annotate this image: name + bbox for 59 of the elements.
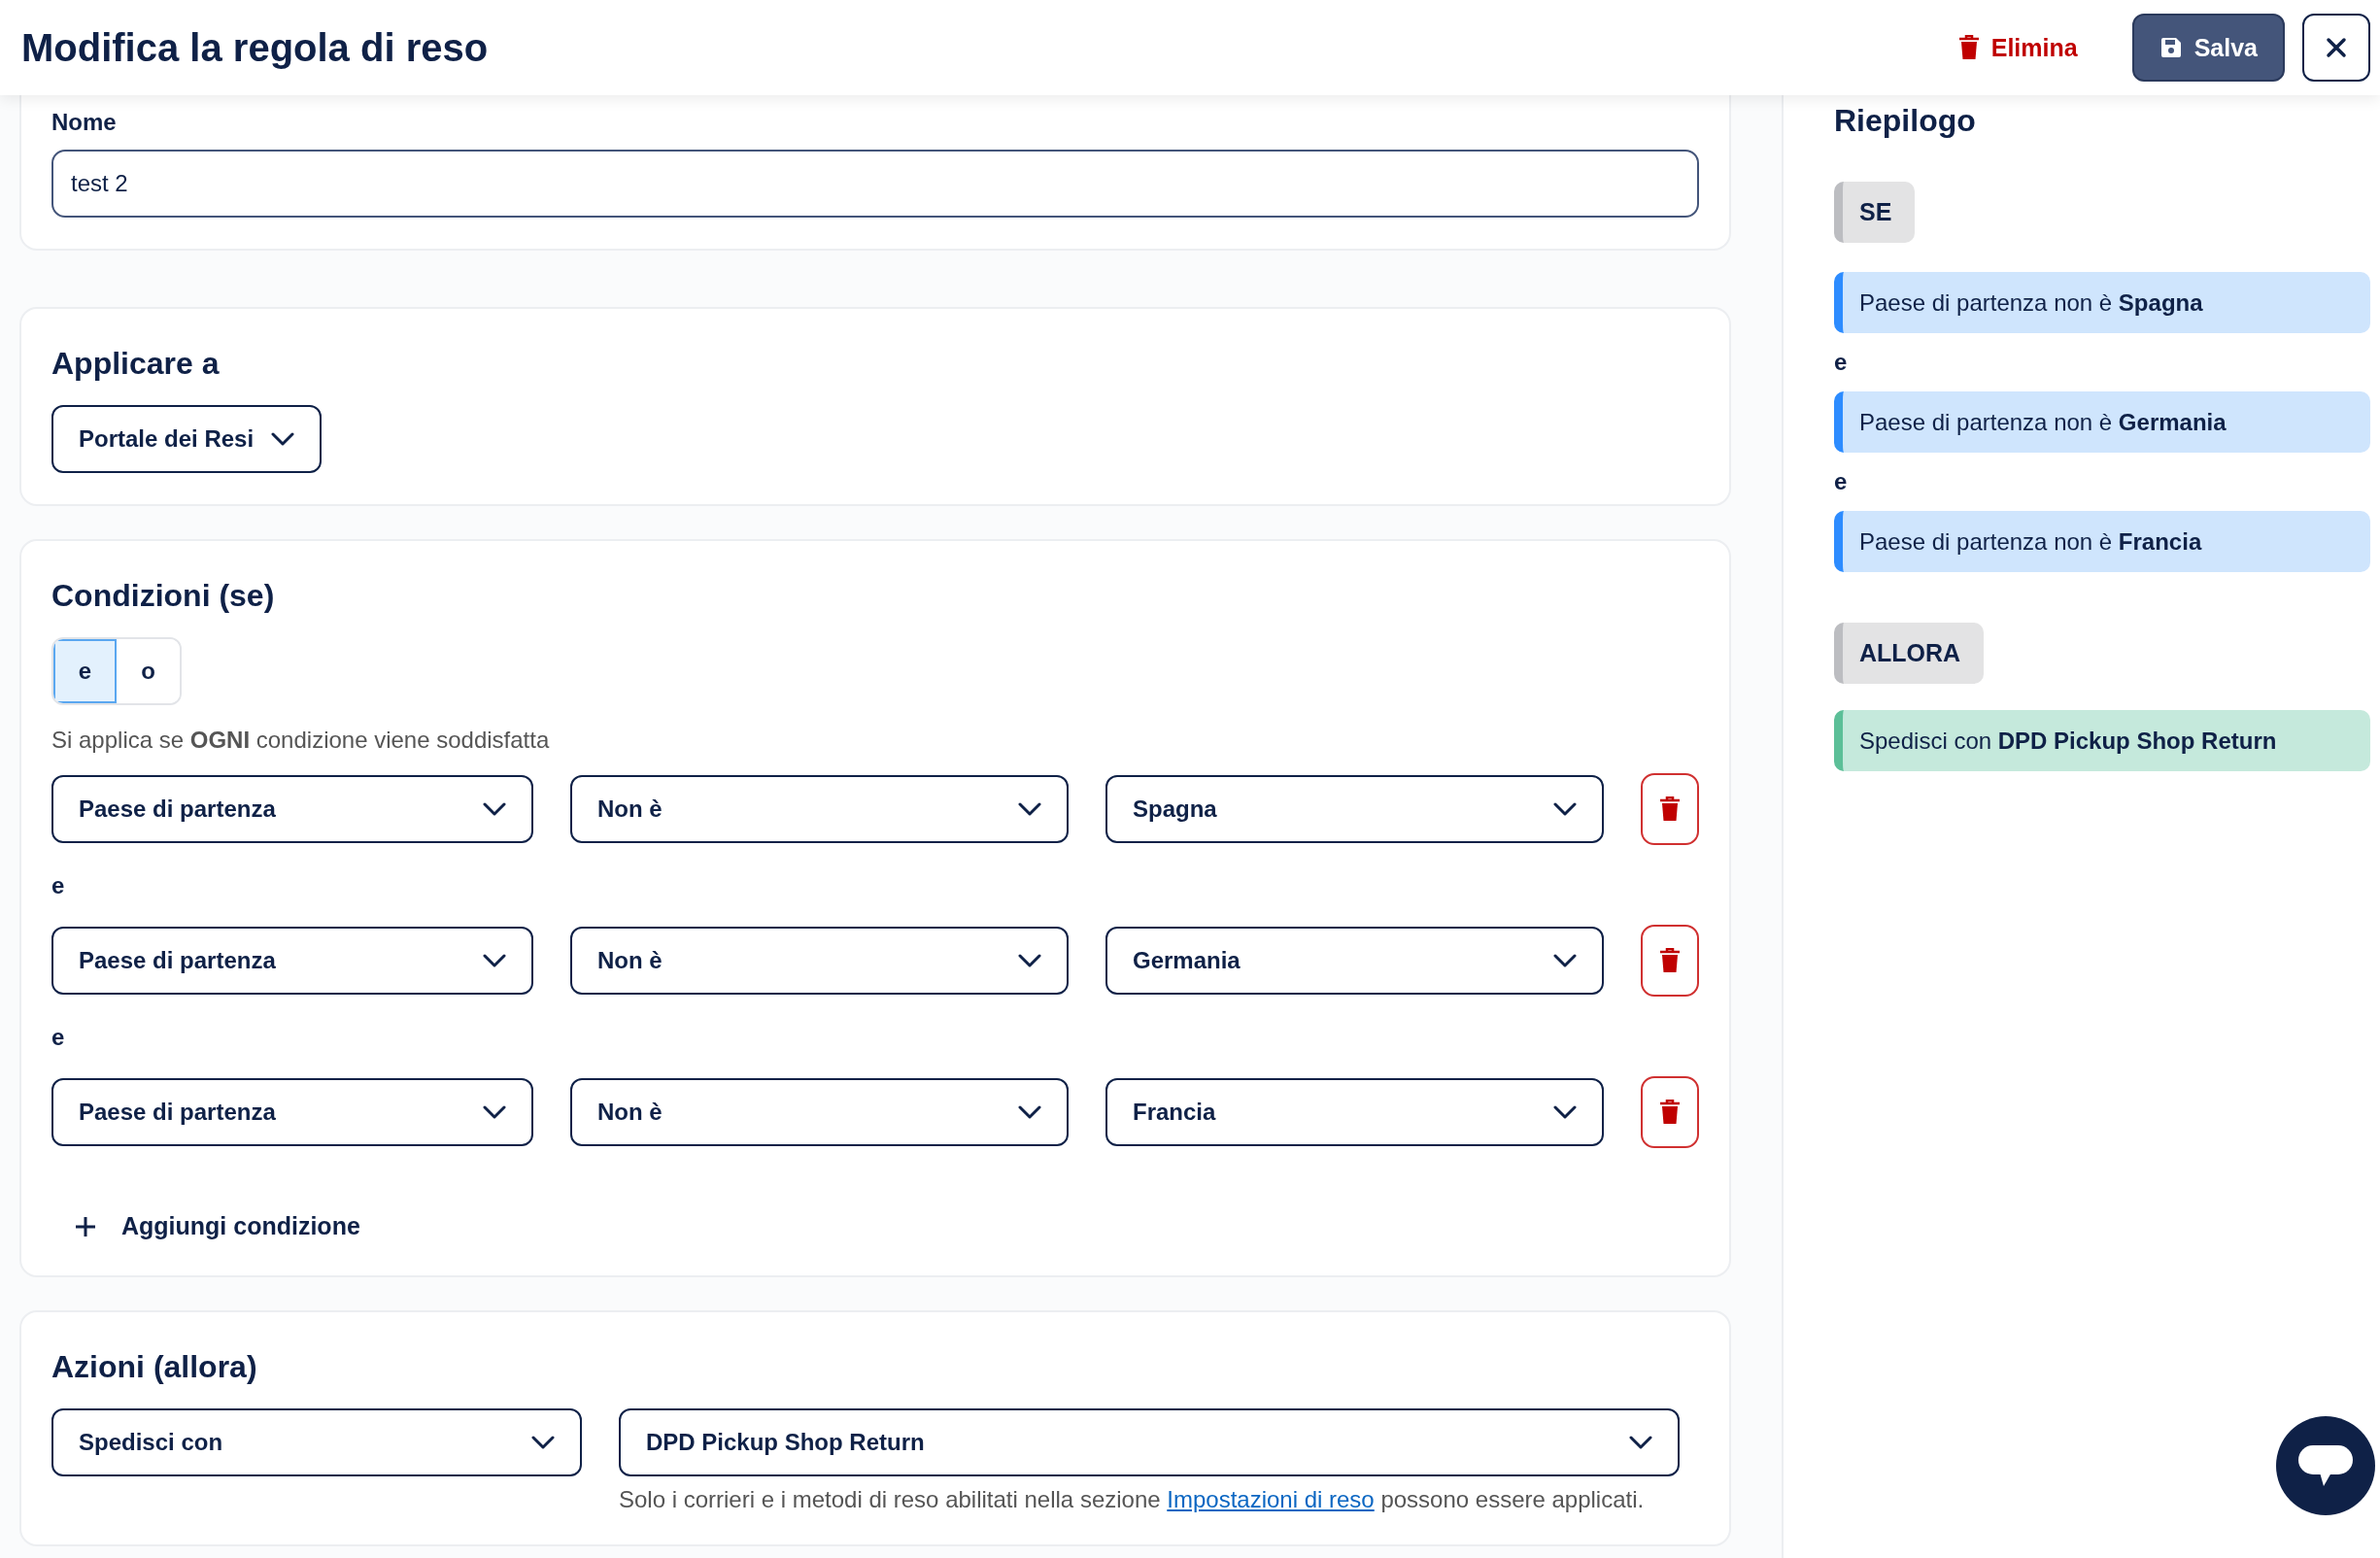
- summary-title: Riepilogo: [1834, 103, 1976, 139]
- name-input[interactable]: test 2: [51, 150, 1699, 218]
- add-condition-button[interactable]: Aggiungi condizione: [75, 1212, 360, 1240]
- chevron-down-icon: [483, 1105, 506, 1119]
- chevron-down-icon: [483, 954, 506, 967]
- save-button[interactable]: Salva: [2131, 14, 2285, 82]
- trash-icon: [1659, 1100, 1681, 1125]
- field-label: Nome: [51, 109, 118, 136]
- chevron-down-icon: [1018, 1105, 1041, 1119]
- operator-dropdown[interactable]: Non è: [570, 775, 1069, 843]
- value-dropdown[interactable]: Francia: [1105, 1078, 1604, 1146]
- chevron-down-icon: [483, 802, 506, 816]
- if-badge: SE: [1834, 182, 1916, 243]
- joiner-label: e: [1834, 468, 1848, 495]
- trash-icon: [1659, 948, 1681, 973]
- page-title: Modifica la regola di reso: [21, 25, 490, 70]
- field-dropdown[interactable]: Paese di partenza: [51, 775, 533, 843]
- chevron-down-icon: [531, 1436, 555, 1449]
- operator-dropdown[interactable]: Non è: [570, 1078, 1069, 1146]
- summary-condition: Paese di partenza non è Spagna: [1834, 272, 2370, 333]
- joiner-label: e: [51, 1024, 66, 1051]
- summary-action: Spedisci con DPD Pickup Shop Return: [1834, 710, 2370, 771]
- chevron-down-icon: [1553, 802, 1577, 816]
- chevron-down-icon: [1553, 954, 1577, 967]
- chevron-down-icon: [271, 432, 295, 446]
- field-dropdown[interactable]: Paese di partenza: [51, 1078, 533, 1146]
- section-title: Azioni (allora): [51, 1349, 258, 1385]
- joiner-label: e: [1834, 349, 1848, 376]
- condition-hint: Si applica se OGNI condizione viene soddisfatta: [51, 727, 551, 754]
- carrier-note: Solo i corrieri e i metodi di reso abilitati nella sezione Impostazioni di reso possono essere applicati.: [619, 1486, 1646, 1513]
- chevron-down-icon: [1018, 954, 1041, 967]
- section-title: Condizioni (se): [51, 578, 276, 614]
- speech-bubble-icon: [2298, 1443, 2353, 1488]
- chevron-down-icon: [1553, 1105, 1577, 1119]
- delete-button[interactable]: Elimina: [1952, 32, 2084, 63]
- close-button[interactable]: [2302, 14, 2370, 82]
- portal-dropdown[interactable]: Portale dei Resi: [51, 405, 323, 473]
- operator-toggle[interactable]: e: [53, 639, 117, 703]
- operator-dropdown[interactable]: Non è: [570, 927, 1069, 995]
- plus-icon: [75, 1215, 96, 1237]
- settings-link[interactable]: Impostazioni di reso: [1167, 1486, 1375, 1512]
- summary-condition: Paese di partenza non è Francia: [1834, 511, 2370, 572]
- trash-icon: [1659, 796, 1681, 822]
- delete-condition-button[interactable]: [1641, 1076, 1699, 1148]
- chevron-down-icon: [1629, 1436, 1652, 1449]
- delete-condition-button[interactable]: [1641, 773, 1699, 845]
- value-dropdown[interactable]: Spagna: [1105, 775, 1604, 843]
- joiner-label: e: [51, 872, 66, 899]
- field-dropdown[interactable]: Paese di partenza: [51, 927, 533, 995]
- action-dropdown[interactable]: Spedisci con: [51, 1408, 582, 1476]
- carrier-dropdown[interactable]: DPD Pickup Shop Return: [619, 1408, 1680, 1476]
- trash-icon: [1957, 35, 1980, 60]
- then-badge: ALLORA: [1834, 623, 1985, 684]
- value-dropdown[interactable]: Germania: [1105, 927, 1604, 995]
- chevron-down-icon: [1018, 802, 1041, 816]
- close-icon: [2326, 37, 2347, 58]
- section-title: Applicare a: [51, 346, 221, 382]
- delete-condition-button[interactable]: [1641, 925, 1699, 997]
- summary-condition: Paese di partenza non è Germania: [1834, 391, 2370, 453]
